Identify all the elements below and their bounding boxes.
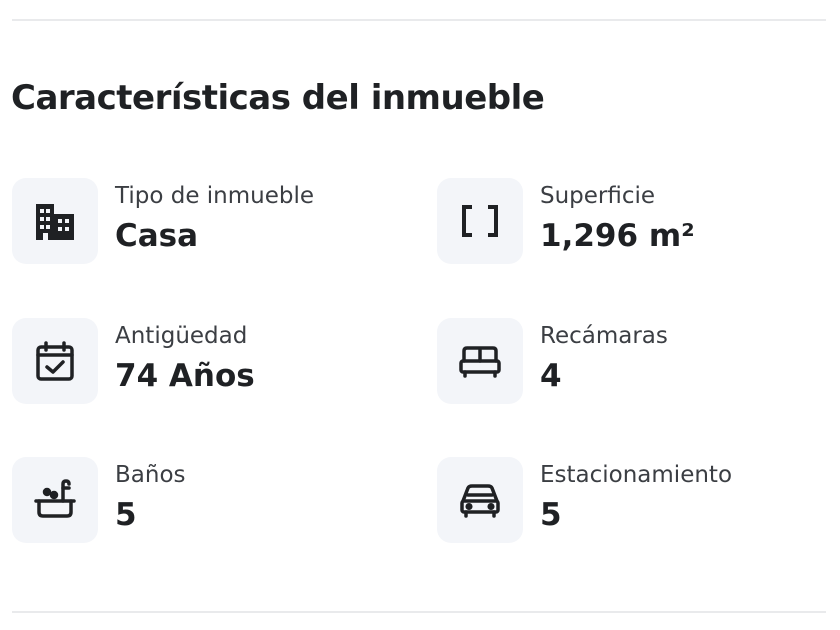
top-divider	[12, 19, 826, 21]
bathtub-icon	[12, 457, 98, 543]
feature-parking: Estacionamiento 5	[437, 457, 837, 547]
building-icon	[12, 178, 98, 264]
bed-icon	[437, 318, 523, 404]
parking-value: 5	[540, 497, 562, 533]
feature-bathrooms: Baños 5	[12, 457, 412, 547]
feature-surface: Superficie 1,296 m²	[437, 178, 837, 268]
section-title: Características del inmueble	[11, 78, 545, 118]
parking-label: Estacionamiento	[540, 462, 733, 488]
feature-property-type: Tipo de inmueble Casa	[12, 178, 412, 268]
property-type-value: Casa	[115, 218, 199, 254]
bedrooms-value: 4	[540, 358, 562, 394]
feature-age: Antigüedad 74 Años	[12, 318, 412, 408]
property-type-label: Tipo de inmueble	[115, 183, 315, 209]
age-label: Antigüedad	[115, 323, 248, 349]
car-icon	[437, 457, 523, 543]
surface-value: 1,296 m²	[540, 218, 695, 254]
calendar-check-icon	[12, 318, 98, 404]
surface-label: Superficie	[540, 183, 656, 209]
bottom-divider	[12, 611, 826, 613]
feature-bedrooms: Recámaras 4	[437, 318, 837, 408]
bathrooms-value: 5	[115, 497, 137, 533]
bedrooms-label: Recámaras	[540, 323, 668, 349]
area-brackets-icon	[437, 178, 523, 264]
bathrooms-label: Baños	[115, 462, 186, 488]
age-value: 74 Años	[115, 358, 255, 394]
